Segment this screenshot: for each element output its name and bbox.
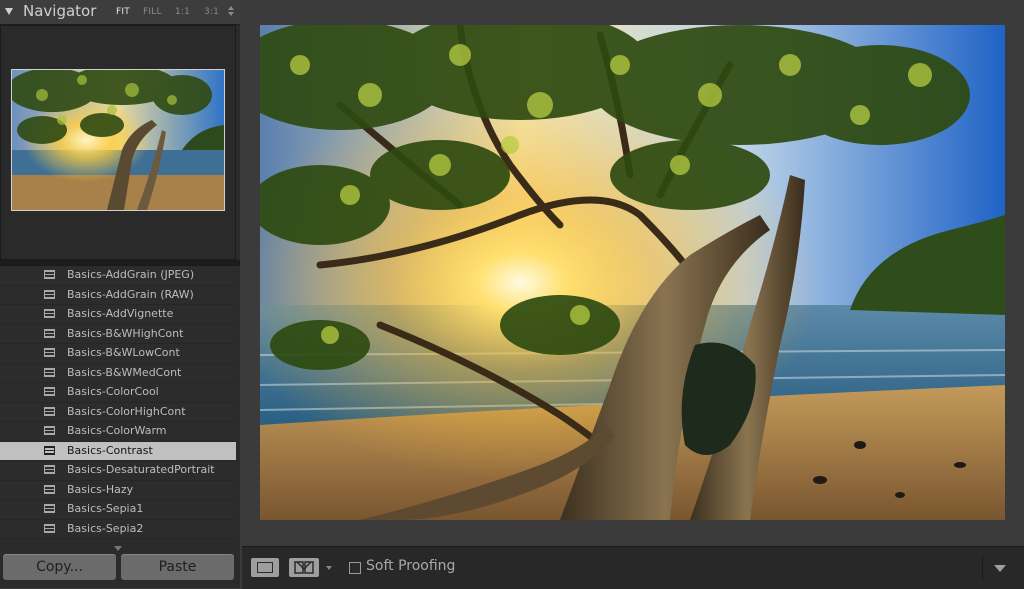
preset-icon xyxy=(44,387,55,396)
preset-icon xyxy=(44,504,55,513)
preset-item[interactable]: Basics-B&WMedCont xyxy=(0,364,236,383)
preset-label: Basics-ColorWarm xyxy=(67,424,167,437)
preset-icon xyxy=(44,523,55,533)
soft-proofing-label[interactable]: Soft Proofing xyxy=(366,558,455,574)
navigator-thumbnail[interactable] xyxy=(11,69,225,211)
left-panel: Navigator FIT FILL 1:1 3:1 Basics-AddGra… xyxy=(0,0,240,588)
preset-label: Basics-DesaturatedPortrait xyxy=(67,463,215,476)
preset-item-selected[interactable]: Basics-Contrast xyxy=(0,441,236,461)
scroll-down-icon[interactable] xyxy=(114,546,122,551)
navigator-title: Navigator xyxy=(23,2,97,20)
preset-icon xyxy=(44,348,55,357)
preset-item[interactable]: Basics-AddVignette xyxy=(0,305,236,325)
preset-item[interactable]: Basics-Hazy xyxy=(0,481,236,500)
preset-icon xyxy=(44,426,55,435)
photo-image xyxy=(260,25,1005,520)
preset-icon xyxy=(44,367,55,377)
preset-item[interactable]: Basics-AddGrain (JPEG) xyxy=(0,266,236,286)
loupe-view-button[interactable] xyxy=(251,558,279,577)
navigator-header[interactable]: Navigator FIT FILL 1:1 3:1 xyxy=(0,0,240,25)
zoom-fill-option[interactable]: FILL xyxy=(143,7,162,17)
preset-label: Basics-Sepia1 xyxy=(67,502,144,515)
preset-icon xyxy=(44,484,55,494)
preset-list[interactable]: Basics-AddGrain (JPEG) Basics-AddGrain (… xyxy=(0,266,236,542)
preset-label: Basics-AddVignette xyxy=(67,307,174,320)
preset-icon xyxy=(44,445,55,455)
compare-view-icon xyxy=(294,561,314,574)
preset-item[interactable]: Basics-B&WLowCont xyxy=(0,344,236,364)
preset-item[interactable]: Basics-ColorWarm xyxy=(0,422,236,442)
preset-item[interactable]: Basics-AddGrain (RAW) xyxy=(0,286,236,305)
preset-item[interactable]: Basics-Sepia2 xyxy=(0,520,236,539)
zoom-3-1-option[interactable]: 3:1 xyxy=(204,7,219,17)
preset-icon xyxy=(44,309,55,318)
preset-label: Basics-Contrast xyxy=(67,443,153,457)
updown-arrows-icon[interactable] xyxy=(227,4,235,18)
navigator-thumbnail-image xyxy=(12,70,224,210)
preset-icon xyxy=(44,270,55,279)
preset-label: Basics-AddGrain (RAW) xyxy=(67,287,194,301)
preset-label: Basics-B&WMedCont xyxy=(67,365,182,379)
chevron-down-icon[interactable] xyxy=(326,566,332,570)
preset-item[interactable]: Basics-ColorCool xyxy=(0,383,236,403)
preset-label: Basics-ColorHighCont xyxy=(67,404,186,418)
bottom-toolbar: Soft Proofing xyxy=(242,546,1024,589)
preset-item[interactable]: Basics-B&WHighCont xyxy=(0,325,236,344)
toolbar-divider xyxy=(982,555,983,581)
preset-icon xyxy=(44,289,55,299)
zoom-1-1-option[interactable]: 1:1 xyxy=(175,7,190,17)
compare-view-button[interactable] xyxy=(289,558,319,577)
preset-label: Basics-AddGrain (JPEG) xyxy=(67,268,195,281)
preset-label: Basics-B&WLowCont xyxy=(67,346,180,359)
soft-proofing-checkbox[interactable] xyxy=(349,562,361,574)
toolbar-menu-icon[interactable] xyxy=(994,565,1006,572)
preset-item[interactable]: Basics-ColorHighCont xyxy=(0,403,236,422)
preset-label: Basics-Sepia2 xyxy=(67,521,144,535)
preset-icon xyxy=(44,465,55,474)
preset-label: Basics-ColorCool xyxy=(67,385,159,398)
preset-label: Basics-Hazy xyxy=(67,482,134,496)
main-photo[interactable] xyxy=(260,25,1005,520)
copy-button[interactable]: Copy... xyxy=(3,554,116,580)
preset-icon xyxy=(44,406,55,416)
preset-icon xyxy=(44,328,55,338)
preset-label: Basics-B&WHighCont xyxy=(67,326,184,340)
preset-item[interactable]: Basics-DesaturatedPortrait xyxy=(0,461,236,481)
navigator-preview-area[interactable] xyxy=(0,25,236,260)
zoom-fit-option[interactable]: FIT xyxy=(116,7,130,17)
preset-item[interactable]: Basics-Sepia1 xyxy=(0,500,236,520)
collapse-triangle-icon[interactable] xyxy=(5,8,13,15)
paste-button[interactable]: Paste xyxy=(121,554,234,580)
